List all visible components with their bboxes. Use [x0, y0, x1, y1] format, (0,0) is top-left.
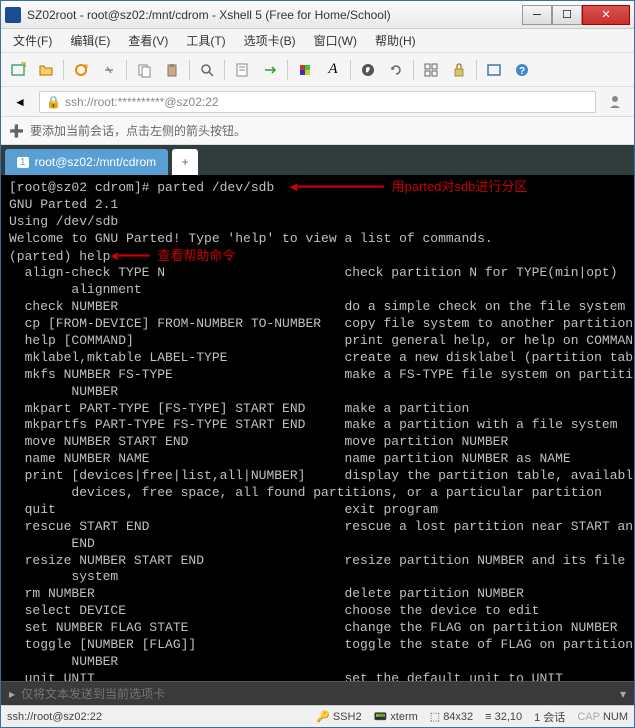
status-sessions: 1 会话	[534, 709, 565, 725]
svg-text:?: ?	[519, 66, 525, 77]
term-line: mkpartfs PART-TYPE FS-TYPE START END mak…	[9, 417, 618, 432]
status-ssh: 🔑 SSH2	[316, 710, 361, 723]
term-line: help [COMMAND] print general help, or he…	[9, 333, 634, 348]
menu-tabs[interactable]: 选项卡(B)	[240, 30, 300, 51]
add-tab-button[interactable]: +	[172, 149, 198, 175]
reconnect-button[interactable]	[68, 57, 94, 83]
transfer-button[interactable]	[257, 57, 283, 83]
tile-button[interactable]	[418, 57, 444, 83]
term-line: toggle [NUMBER [FLAG]] toggle the state …	[9, 637, 633, 652]
term-line: GNU Parted 2.1	[9, 197, 118, 212]
term-line: [root@sz02 cdrom]# parted /dev/sdb	[9, 180, 274, 195]
term-line: Welcome to GNU Parted! Type 'help' to vi…	[9, 231, 493, 246]
arrow-annotation: ◄━━━━	[110, 249, 149, 264]
annotation-parted: 用parted对sdb进行分区	[392, 179, 528, 194]
tabbar: 1 root@sz02:/mnt/cdrom +	[1, 145, 634, 175]
menu-file[interactable]: 文件(F)	[9, 30, 56, 51]
term-line: move NUMBER START END move partition NUM…	[9, 434, 508, 449]
maximize-button[interactable]: ☐	[552, 5, 582, 25]
lock-icon: 🔒	[46, 95, 61, 109]
menu-help[interactable]: 帮助(H)	[371, 30, 420, 51]
open-button[interactable]	[33, 57, 59, 83]
compose-input[interactable]	[21, 687, 614, 701]
refresh-button[interactable]	[383, 57, 409, 83]
lock-button[interactable]	[446, 57, 472, 83]
compose-dropdown[interactable]: ▾	[620, 687, 626, 701]
term-line: unit UNIT set the default unit to UNIT	[9, 671, 563, 681]
menu-edit[interactable]: 编辑(E)	[66, 30, 114, 51]
status-cap: CAP NUM	[577, 711, 628, 723]
status-connection: ssh://root@sz02:22	[7, 711, 102, 723]
font-button[interactable]: A	[320, 57, 346, 83]
status-pos: ≡ 32,10	[485, 711, 522, 723]
term-line: rescue START END rescue a lost partition…	[9, 519, 634, 534]
term-line: resize NUMBER START END resize partition…	[9, 553, 625, 568]
term-line: alignment	[9, 282, 142, 297]
menu-view[interactable]: 查看(V)	[124, 30, 172, 51]
window-title: SZ02root - root@sz02:/mnt/cdrom - Xshell…	[27, 8, 522, 22]
tab-number: 1	[17, 157, 29, 168]
term-line: END	[9, 536, 95, 551]
titlebar[interactable]: SZ02root - root@sz02:/mnt/cdrom - Xshell…	[1, 1, 634, 29]
help-button[interactable]: ?	[509, 57, 535, 83]
term-line: align-check TYPE N check partition N for…	[9, 265, 618, 280]
term-line: NUMBER	[9, 654, 118, 669]
close-button[interactable]: ✕	[582, 5, 630, 25]
term-line: check NUMBER do a simple check on the fi…	[9, 299, 625, 314]
info-icon: ➕	[9, 124, 24, 138]
toolbar: A ?	[1, 53, 634, 87]
term-line: rm NUMBER delete partition NUMBER	[9, 586, 524, 601]
term-line: select DEVICE choose the device to edit	[9, 603, 540, 618]
term-line: print [devices|free|list,all|NUMBER] dis…	[9, 468, 634, 483]
term-line: mkpart PART-TYPE [FS-TYPE] START END mak…	[9, 401, 469, 416]
terminal[interactable]: [root@sz02 cdrom]# parted /dev/sdb ◄━━━━…	[1, 175, 634, 681]
color-button[interactable]	[292, 57, 318, 83]
script-button[interactable]	[355, 57, 381, 83]
addressbar: ◄ 🔒 ssh://root:**********@sz02:22	[1, 87, 634, 117]
menu-tools[interactable]: 工具(T)	[182, 30, 229, 51]
find-button[interactable]	[194, 57, 220, 83]
term-line: set NUMBER FLAG STATE change the FLAG on…	[9, 620, 618, 635]
term-line: devices, free space, all found partition…	[9, 485, 602, 500]
term-line: (parted) help	[9, 249, 110, 264]
info-text: 要添加当前会话，点击左侧的箭头按钮。	[30, 122, 246, 139]
minimize-button[interactable]: ─	[522, 5, 552, 25]
annotation-help: 查看帮助命令	[157, 248, 235, 263]
disconnect-button[interactable]	[96, 57, 122, 83]
term-line: cp [FROM-DEVICE] FROM-NUMBER TO-NUMBER c…	[9, 316, 633, 331]
term-line: mklabel,mktable LABEL-TYPE create a new …	[9, 350, 634, 365]
fullscreen-button[interactable]	[481, 57, 507, 83]
copy-button[interactable]	[131, 57, 157, 83]
term-line: NUMBER	[9, 384, 118, 399]
session-tab[interactable]: 1 root@sz02:/mnt/cdrom	[5, 149, 168, 175]
app-icon	[5, 7, 21, 23]
infobar: ➕ 要添加当前会话，点击左侧的箭头按钮。	[1, 117, 634, 145]
paste-button[interactable]	[159, 57, 185, 83]
menu-window[interactable]: 窗口(W)	[310, 30, 361, 51]
status-size: ⬚ 84x32	[430, 710, 473, 723]
new-session-button[interactable]	[5, 57, 31, 83]
tab-label: root@sz02:/mnt/cdrom	[35, 155, 157, 169]
address-text: ssh://root:**********@sz02:22	[65, 95, 219, 109]
address-input[interactable]: 🔒 ssh://root:**********@sz02:22	[39, 91, 596, 113]
app-window: SZ02root - root@sz02:/mnt/cdrom - Xshell…	[0, 0, 635, 728]
menubar: 文件(F) 编辑(E) 查看(V) 工具(T) 选项卡(B) 窗口(W) 帮助(…	[1, 29, 634, 53]
user-button[interactable]	[602, 89, 628, 115]
term-line: mkfs NUMBER FS-TYPE make a FS-TYPE file …	[9, 367, 634, 382]
compose-icon: ▸	[9, 687, 15, 701]
arrow-annotation: ◄━━━━━━━━━━━	[290, 180, 384, 195]
term-line: system	[9, 569, 118, 584]
term-line: Using /dev/sdb	[9, 214, 118, 229]
properties-button[interactable]	[229, 57, 255, 83]
statusbar: ssh://root@sz02:22 🔑 SSH2 📟 xterm ⬚ 84x3…	[1, 705, 634, 727]
term-line: quit exit program	[9, 502, 438, 517]
compose-bar: ▸ ▾	[1, 681, 634, 705]
term-line: name NUMBER NAME name partition NUMBER a…	[9, 451, 571, 466]
status-term: 📟 xterm	[374, 710, 418, 723]
back-button[interactable]: ◄	[7, 89, 33, 115]
